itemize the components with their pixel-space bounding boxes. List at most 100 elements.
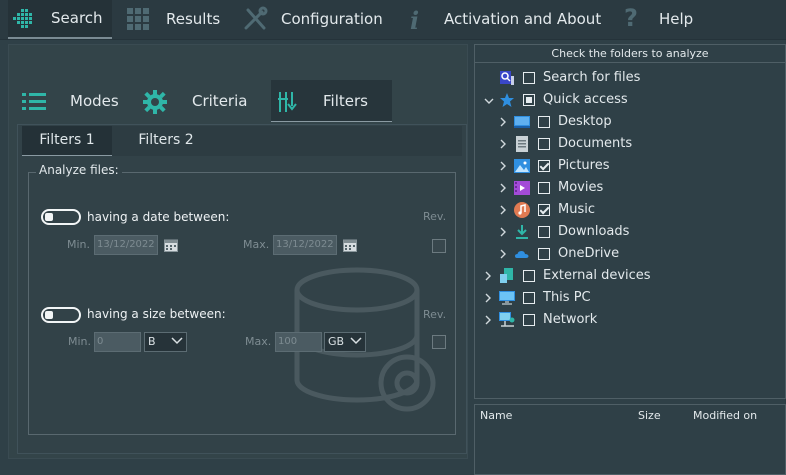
folder-checkbox[interactable] — [523, 94, 535, 106]
chevron-right-icon[interactable] — [499, 248, 507, 263]
folder-label: Downloads — [558, 224, 630, 239]
results-grid-icon — [126, 7, 150, 35]
network-icon — [499, 312, 515, 328]
folder-item-this-pc[interactable]: This PC — [480, 287, 780, 309]
folder-checkbox[interactable] — [538, 226, 550, 238]
cloud-icon — [514, 246, 530, 262]
chevron-right-icon[interactable] — [499, 226, 507, 241]
folder-checkbox[interactable] — [523, 292, 535, 304]
folder-checkbox[interactable] — [523, 314, 535, 326]
size-max-field[interactable]: 100 — [275, 332, 322, 352]
nav-tab-label: Results — [166, 10, 221, 28]
nav-tab-search[interactable]: Search — [8, 0, 112, 39]
folder-label: Search for files — [543, 70, 641, 85]
folder-item-documents[interactable]: Documents — [495, 133, 780, 155]
nav-tab-help[interactable]: ? Help — [616, 0, 706, 39]
desktop-icon — [514, 114, 530, 130]
size-max-label: Max. — [245, 335, 272, 348]
folder-item-downloads[interactable]: Downloads — [495, 221, 780, 243]
music-icon — [514, 202, 530, 218]
date-min-field[interactable]: 13/12/2022 — [94, 235, 158, 255]
tab-label: Filters 2 — [138, 132, 194, 148]
folder-label: Music — [558, 202, 595, 217]
date-filter-toggle[interactable] — [41, 209, 81, 225]
size-max-value: 100 — [278, 336, 298, 347]
date-min-value: 13/12/2022 — [97, 239, 155, 250]
tab-label: Modes — [70, 92, 119, 110]
column-header-name[interactable]: Name — [480, 409, 512, 422]
top-navigation: Search Results Configuration i Activatio… — [0, 0, 786, 40]
folder-checkbox[interactable] — [538, 204, 550, 216]
download-icon — [514, 224, 530, 240]
folder-item-search-for-files[interactable]: Search for files — [480, 67, 780, 89]
folder-item-quick-access[interactable]: Quick access — [480, 89, 780, 111]
folder-checkbox[interactable] — [538, 116, 550, 128]
tab-modes[interactable]: Modes — [10, 80, 128, 122]
tab-filters-1[interactable]: Filters 1 — [22, 126, 112, 156]
size-reverse-checkbox[interactable] — [432, 335, 446, 349]
folder-checkbox[interactable] — [538, 160, 550, 172]
folder-item-onedrive[interactable]: OneDrive — [495, 243, 780, 265]
size-min-value: 0 — [97, 336, 104, 347]
chevron-right-icon[interactable] — [499, 116, 507, 131]
chevron-right-icon[interactable] — [484, 314, 492, 329]
size-min-unit-select[interactable]: B — [144, 332, 187, 352]
size-max-unit-select[interactable]: GB — [324, 332, 366, 352]
analyze-files-legend: Analyze files: — [36, 163, 122, 177]
folder-checkbox[interactable] — [538, 182, 550, 194]
folder-checkbox[interactable] — [538, 248, 550, 260]
calendar-icon[interactable] — [164, 237, 178, 252]
tab-criteria[interactable]: Criteria — [134, 80, 264, 122]
chevron-right-icon[interactable] — [499, 182, 507, 197]
gear-icon — [142, 89, 168, 119]
folder-tree-header: Check the folders to analyze — [475, 45, 785, 63]
nav-tab-label: Search — [51, 9, 103, 27]
folder-label: Desktop — [558, 114, 612, 129]
tab-label: Filters — [323, 92, 368, 110]
size-filter-toggle[interactable] — [41, 307, 81, 323]
chevron-right-icon[interactable] — [499, 138, 507, 153]
size-filter-label: having a size between: — [87, 307, 226, 321]
pc-icon — [499, 290, 515, 306]
folder-item-pictures[interactable]: Pictures — [495, 155, 780, 177]
list-icon — [22, 92, 46, 116]
folder-checkbox[interactable] — [523, 72, 535, 84]
folder-label: Movies — [558, 180, 604, 195]
folder-item-music[interactable]: Music — [495, 199, 780, 221]
chevron-right-icon[interactable] — [484, 270, 492, 285]
column-header-modified[interactable]: Modified on — [693, 409, 757, 422]
date-max-field[interactable]: 13/12/2022 — [273, 235, 337, 255]
size-min-unit: B — [148, 335, 156, 348]
date-reverse-checkbox[interactable] — [432, 239, 446, 253]
nav-tab-results[interactable]: Results — [118, 0, 226, 39]
folder-item-external-devices[interactable]: External devices — [480, 265, 780, 287]
nav-tab-configuration[interactable]: Configuration — [236, 0, 386, 39]
folder-label: This PC — [543, 290, 591, 305]
calendar-icon[interactable] — [343, 237, 357, 252]
folder-item-network[interactable]: Network — [480, 309, 780, 331]
date-rev-label: Rev. — [423, 210, 447, 223]
size-max-unit: GB — [328, 335, 345, 348]
nav-tab-label: Configuration — [281, 10, 383, 28]
folder-label: Documents — [558, 136, 633, 151]
folder-checkbox[interactable] — [523, 270, 535, 282]
chevron-down-icon[interactable] — [484, 94, 494, 109]
mode-tabs: Modes Criteria Filters — [10, 80, 460, 124]
chevron-right-icon[interactable] — [499, 160, 507, 175]
folder-checkbox[interactable] — [538, 138, 550, 150]
chevron-right-icon[interactable] — [499, 204, 507, 219]
folder-label: Network — [543, 312, 598, 327]
folder-label: Quick access — [543, 92, 628, 107]
tab-filters[interactable]: Filters — [271, 80, 392, 122]
tab-label: Criteria — [192, 92, 248, 110]
star-icon — [499, 92, 515, 108]
folder-item-desktop[interactable]: Desktop — [495, 111, 780, 133]
nav-tab-activation-about[interactable]: i Activation and About — [400, 0, 606, 39]
search-files-icon — [499, 70, 515, 86]
folder-item-movies[interactable]: Movies — [495, 177, 780, 199]
column-header-size[interactable]: Size — [638, 409, 661, 422]
size-min-field[interactable]: 0 — [94, 332, 141, 352]
tab-filters-2[interactable]: Filters 2 — [118, 126, 214, 156]
filter-icon — [276, 90, 302, 118]
chevron-right-icon[interactable] — [484, 292, 492, 307]
